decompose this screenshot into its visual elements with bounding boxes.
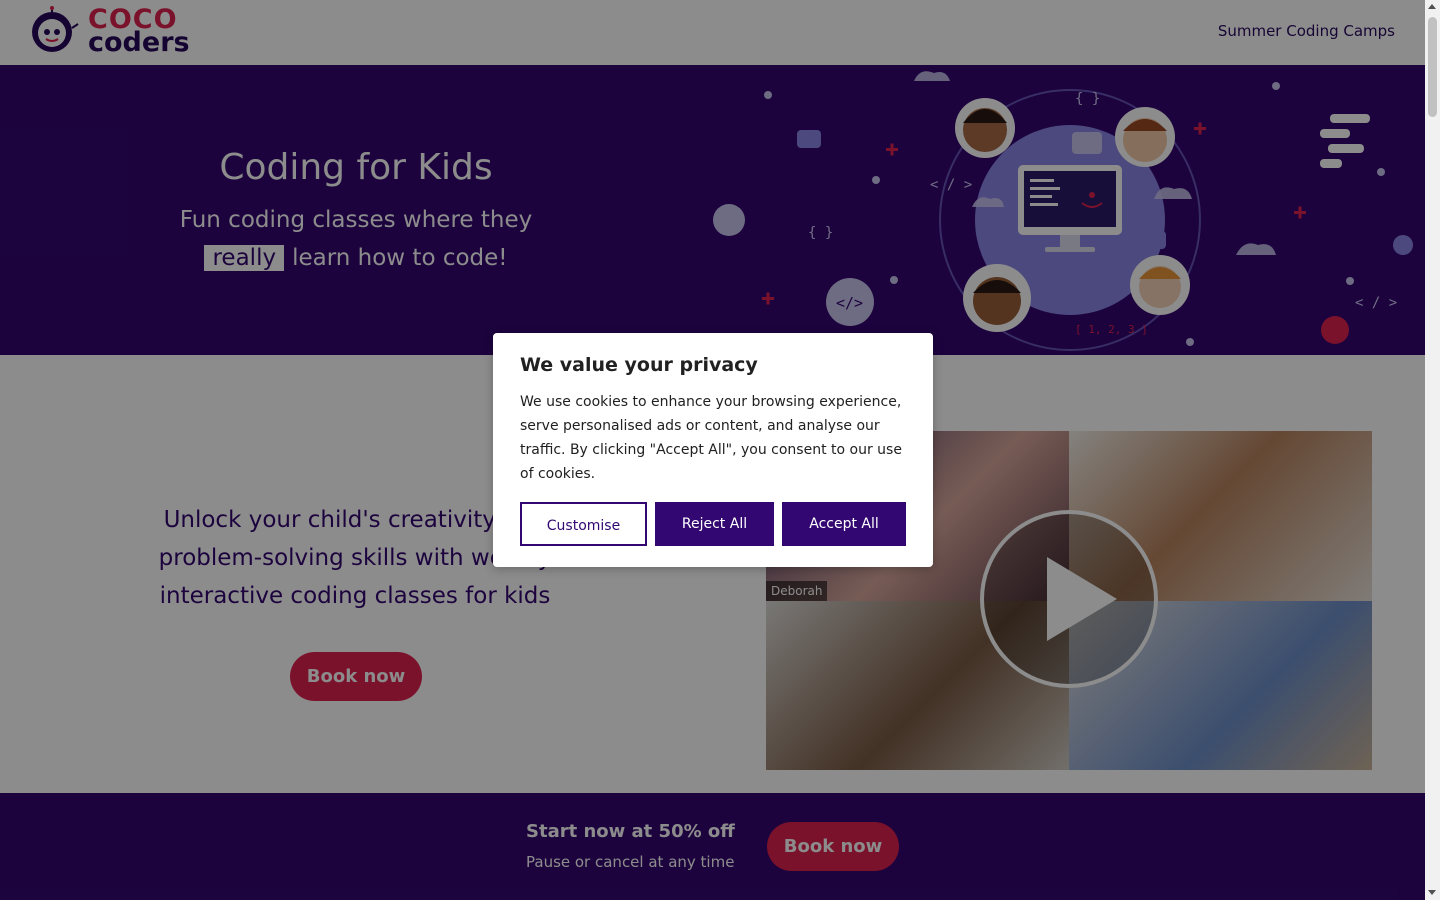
cookie-dialog-title: We value your privacy bbox=[520, 354, 758, 376]
reject-all-button[interactable]: Reject All bbox=[655, 502, 774, 546]
scrollbar-thumb[interactable] bbox=[1428, 17, 1437, 117]
scroll-up-arrow-icon[interactable] bbox=[1428, 4, 1436, 9]
page-scrollbar[interactable] bbox=[1425, 0, 1440, 900]
cookie-dialog-body: We use cookies to enhance your browsing … bbox=[520, 394, 902, 482]
scroll-down-arrow-icon[interactable] bbox=[1428, 890, 1436, 895]
customise-button[interactable]: Customise bbox=[520, 502, 647, 546]
cookie-consent-dialog: We value your privacy We use cookies to … bbox=[493, 333, 933, 567]
accept-all-button[interactable]: Accept All bbox=[782, 502, 906, 546]
